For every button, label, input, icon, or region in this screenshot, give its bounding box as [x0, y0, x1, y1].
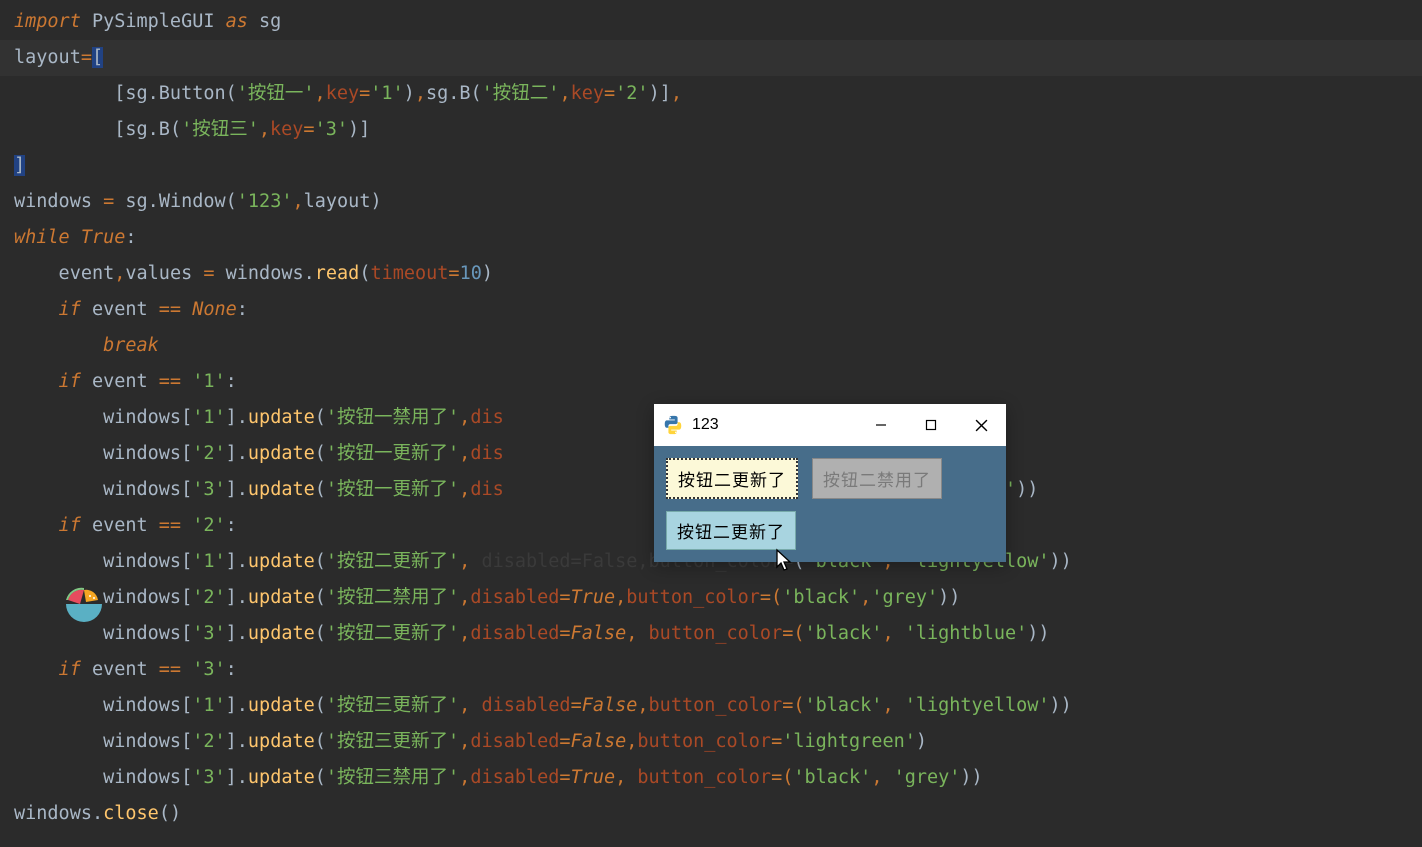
code-line: windows['2'].update('按钮三更新了',disabled=Fa…: [0, 724, 1422, 760]
code-line: break: [0, 328, 1422, 364]
button-3[interactable]: 按钮二更新了: [666, 511, 796, 550]
titlebar[interactable]: 123: [654, 404, 1006, 446]
button-1[interactable]: 按钮二更新了: [666, 458, 798, 499]
code-line: windows['1'].update('按钮三更新了', disabled=F…: [0, 688, 1422, 724]
code-line: if event == None:: [0, 292, 1422, 328]
fruit-bowl-icon: [60, 582, 108, 630]
code-line: if event == '3':: [0, 652, 1422, 688]
close-button[interactable]: [956, 404, 1006, 446]
code-line: import PySimpleGUI as sg: [0, 4, 1422, 40]
python-icon: [662, 414, 684, 436]
window-title: 123: [692, 416, 856, 434]
code-line: layout=[: [0, 40, 1422, 76]
code-line: [sg.B('按钮三',key='3')]: [0, 112, 1422, 148]
code-line: ]: [0, 148, 1422, 184]
code-line: windows = sg.Window('123',layout): [0, 184, 1422, 220]
code-line: windows['3'].update('按钮二更新了',disabled=Fa…: [0, 616, 1422, 652]
code-line: event,values = windows.read(timeout=10): [0, 256, 1422, 292]
button-2: 按钮二禁用了: [812, 458, 942, 499]
minimize-button[interactable]: [856, 404, 906, 446]
app-window: 123 按钮二更新了 按钮二禁用了 按钮二更新了: [654, 404, 1006, 562]
code-line: windows['2'].update('按钮二禁用了',disabled=Tr…: [0, 580, 1422, 616]
window-body: 按钮二更新了 按钮二禁用了 按钮二更新了: [654, 446, 1006, 562]
code-line: [sg.Button('按钮一',key='1'),sg.B('按钮二',key…: [0, 76, 1422, 112]
code-line: windows.close(): [0, 796, 1422, 832]
code-line: windows['3'].update('按钮三禁用了',disabled=Tr…: [0, 760, 1422, 796]
maximize-button[interactable]: [906, 404, 956, 446]
code-line: if event == '1':: [0, 364, 1422, 400]
code-line: while True:: [0, 220, 1422, 256]
